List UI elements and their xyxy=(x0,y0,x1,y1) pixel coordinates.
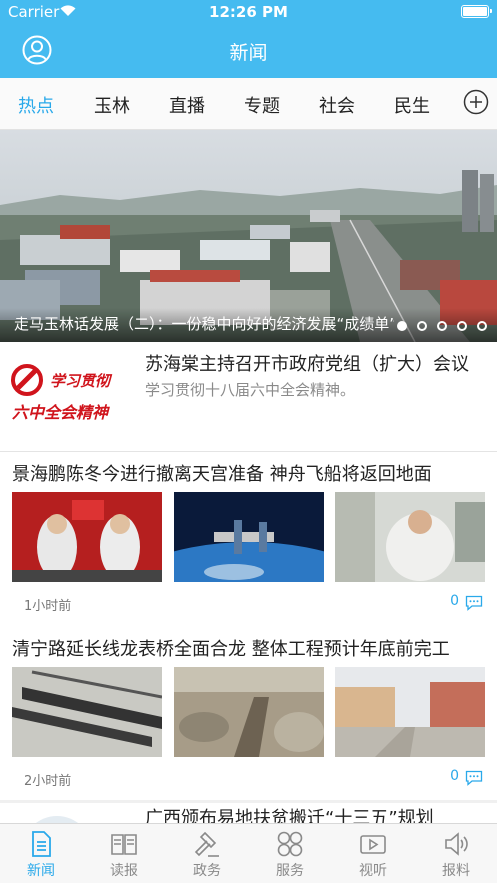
bottom-tab-label: 报料 xyxy=(442,863,470,879)
divider xyxy=(0,800,497,803)
carousel-dot xyxy=(477,321,487,331)
article-thumbnail: 学习贯彻 六中全会精神 xyxy=(10,356,134,436)
article-title: 广西颁布易地扶贫搬迁“十三五”规划 xyxy=(145,808,434,823)
add-category-icon[interactable] xyxy=(463,89,489,115)
article-time: 2小时前 xyxy=(24,774,72,789)
tab-society[interactable]: 社会 xyxy=(319,92,355,118)
tab-hot[interactable]: 热点 xyxy=(18,92,54,118)
tab-livelihood[interactable]: 民生 xyxy=(394,92,430,118)
image-row xyxy=(12,667,485,757)
carousel-indicator xyxy=(397,321,487,331)
article-item[interactable]: 清宁路延长线龙表桥全面合龙 整体工程预计年底前完工 2小时前 0 xyxy=(0,627,497,800)
article-photo xyxy=(12,667,162,757)
speaker-icon xyxy=(445,832,468,856)
tab-live[interactable]: 直播 xyxy=(169,92,205,118)
category-tabs: 热点 玉林 直播 专题 社会 民生 xyxy=(0,78,497,130)
hero-carousel[interactable]: 走马玉林话发展（二）：一份稳中向好的经济发展“成绩单” xyxy=(0,130,497,342)
newspaper-icon xyxy=(111,834,137,855)
article-title: 景海鹏陈冬今进行撤离天宫准备 神舟飞船将返回地面 xyxy=(12,464,432,485)
article-item[interactable]: 景海鹏陈冬今进行撤离天宫准备 神舟飞船将返回地面 1小时前 0 xyxy=(0,452,497,627)
bottom-tab-gov[interactable]: 政务 xyxy=(166,824,248,883)
bottom-tab-label: 服务 xyxy=(276,863,304,879)
bottom-tab-bar: 新闻 读报 政务 服务 视听 报料 xyxy=(0,823,497,883)
article-photo xyxy=(12,492,162,582)
clock: 12:26 PM xyxy=(209,3,288,21)
news-icon xyxy=(32,831,51,857)
article-photo xyxy=(174,492,324,582)
tab-special[interactable]: 专题 xyxy=(244,92,280,118)
thumbnail-text: 六中全会精神 xyxy=(12,403,110,422)
gavel-icon xyxy=(194,831,219,857)
article-thumbnail xyxy=(22,816,92,823)
bottom-tab-service[interactable]: 服务 xyxy=(249,824,331,883)
carousel-dot xyxy=(437,321,447,331)
bottom-tab-news[interactable]: 新闻 xyxy=(0,824,82,883)
article-title: 清宁路延长线龙表桥全面合龙 整体工程预计年底前完工 xyxy=(12,639,450,660)
nav-bar: 新闻 xyxy=(0,24,497,78)
article-photo xyxy=(335,492,485,582)
bottom-tab-media[interactable]: 视听 xyxy=(332,824,414,883)
comment-icon[interactable] xyxy=(465,595,483,611)
article-photo xyxy=(335,667,485,757)
comment-count: 0 xyxy=(450,593,459,609)
comment-icon[interactable] xyxy=(465,770,483,786)
article-time: 1小时前 xyxy=(24,599,72,614)
thumbnail-text: 学习贯彻 xyxy=(50,372,113,390)
bottom-tab-label: 新闻 xyxy=(27,863,55,879)
article-item[interactable]: 学习贯彻 六中全会精神 苏海棠主持召开市政府党组（扩大）会议 学习贯彻十八届六中… xyxy=(0,342,497,452)
video-icon xyxy=(360,835,386,854)
page-title: 新闻 xyxy=(229,42,268,64)
battery-icon xyxy=(461,5,492,18)
article-item[interactable]: 广西颁布易地扶贫搬迁“十三五”规划 xyxy=(0,800,497,823)
bottom-tab-label: 读报 xyxy=(110,863,138,879)
carousel-dot xyxy=(397,321,407,331)
article-photo xyxy=(174,667,324,757)
hero-caption[interactable]: 走马玉林话发展（二）：一份稳中向好的经济发展“成绩单” xyxy=(14,313,394,334)
article-title: 苏海棠主持召开市政府党组（扩大）会议 xyxy=(145,354,469,375)
comment-count: 0 xyxy=(450,768,459,784)
image-row xyxy=(12,492,485,582)
bottom-tab-read[interactable]: 读报 xyxy=(83,824,165,883)
status-bar: Carrier 12:26 PM xyxy=(0,0,497,24)
article-summary: 学习贯彻十八届六中全会精神。 xyxy=(145,381,356,399)
tab-yulin[interactable]: 玉林 xyxy=(94,92,130,118)
carousel-dot xyxy=(417,321,427,331)
bottom-tab-report[interactable]: 报料 xyxy=(415,824,497,883)
grid-icon xyxy=(277,831,303,857)
bottom-tab-label: 政务 xyxy=(193,863,221,879)
carousel-dot xyxy=(457,321,467,331)
bottom-tab-label: 视听 xyxy=(359,863,387,879)
